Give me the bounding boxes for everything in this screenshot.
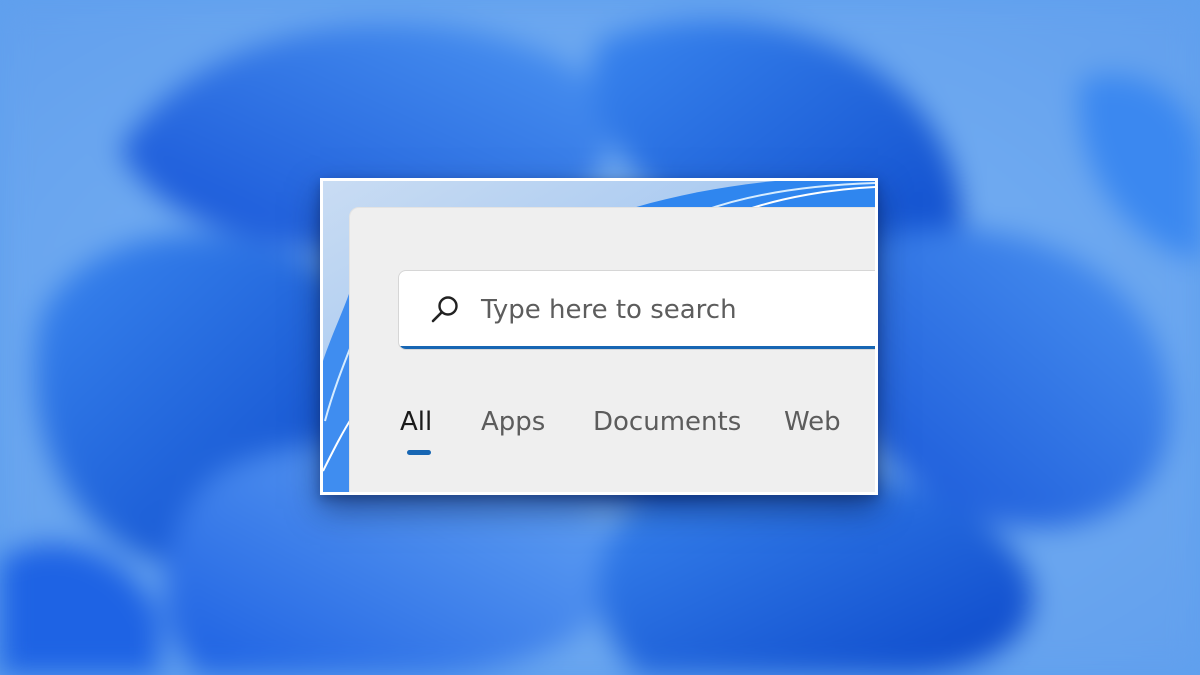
desktop-background: Type here to search All Apps Documents W… [0, 0, 1200, 675]
search-input[interactable]: Type here to search [398, 270, 875, 350]
search-icon [431, 296, 458, 323]
tab-web[interactable]: Web [784, 406, 841, 438]
search-placeholder: Type here to search [481, 295, 737, 325]
tab-documents[interactable]: Documents [593, 406, 741, 438]
active-tab-indicator [407, 450, 431, 455]
tab-apps[interactable]: Apps [481, 406, 545, 438]
tab-all[interactable]: All [400, 406, 432, 438]
search-focus-underline [399, 346, 875, 349]
zoomed-search-preview: Type here to search All Apps Documents W… [320, 178, 878, 495]
search-panel: Type here to search All Apps Documents W… [349, 207, 875, 492]
